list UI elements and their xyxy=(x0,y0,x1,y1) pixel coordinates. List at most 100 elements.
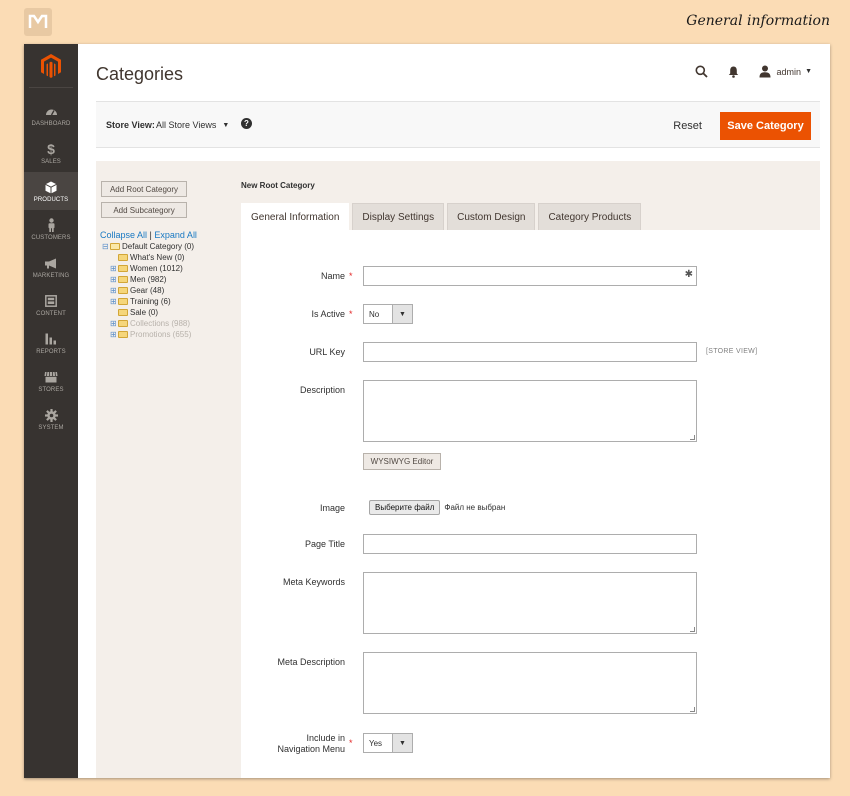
field-row-include-in-menu: Include in Navigation Menu * Yes ▼ xyxy=(241,733,820,754)
tree-node-label: Men (982) xyxy=(130,275,167,284)
folder-icon xyxy=(118,276,128,283)
dashboard-icon xyxy=(45,104,58,119)
name-control: ✱ xyxy=(363,266,697,286)
save-category-button[interactable]: Save Category xyxy=(720,112,811,140)
admin-window: DASHBOARD $ SALES PRODUCTS CUSTOMERS MAR… xyxy=(24,44,830,778)
resize-handle-icon[interactable] xyxy=(690,707,695,712)
description-label: Description xyxy=(299,385,345,395)
tree-node-gear[interactable]: ⊞ Gear (48) xyxy=(102,285,194,296)
choose-file-button[interactable]: Выберите файл xyxy=(369,500,441,515)
store-view-switcher[interactable]: All Store Views ▼ xyxy=(156,120,229,130)
meta-description-textarea[interactable] xyxy=(363,652,697,714)
cube-icon xyxy=(45,180,57,195)
store-view-bar: Store View: All Store Views ▼ ? Reset Sa… xyxy=(96,101,820,148)
sidebar-item-reports[interactable]: REPORTS xyxy=(24,324,78,362)
store-view-label: Store View: xyxy=(106,120,155,130)
is-active-select[interactable]: No ▼ xyxy=(363,304,413,324)
tab-display-settings[interactable]: Display Settings xyxy=(352,203,445,230)
tab-category-products[interactable]: Category Products xyxy=(538,203,642,230)
sidebar-item-sales[interactable]: $ SALES xyxy=(24,134,78,172)
main-area: Categories admin ▼ Store View: All Store… xyxy=(78,44,830,778)
required-mark: * xyxy=(349,271,353,281)
tree-node-whats-new[interactable]: What's New (0) xyxy=(102,252,194,263)
user-icon xyxy=(759,65,771,78)
sidebar-item-label: PRODUCTS xyxy=(33,196,69,203)
magento-logo-icon xyxy=(41,53,61,78)
sidebar-item-marketing[interactable]: MARKETING xyxy=(24,248,78,286)
expand-icon[interactable]: ⊞ xyxy=(110,330,118,339)
sidebar-item-customers[interactable]: CUSTOMERS xyxy=(24,210,78,248)
tree-node-sale[interactable]: Sale (0) xyxy=(102,307,194,318)
include-in-menu-label: Include in Navigation Menu xyxy=(277,733,345,754)
sidebar-item-system[interactable]: SYSTEM xyxy=(24,400,78,438)
tree-node-women[interactable]: ⊞ Women (1012) xyxy=(102,263,194,274)
include-in-menu-select[interactable]: Yes ▼ xyxy=(363,733,413,753)
watermark-title: General information xyxy=(686,13,830,29)
tree-node-label: Gear (48) xyxy=(130,286,165,295)
collapse-icon[interactable]: ⊟ xyxy=(102,242,110,251)
tree-node-default-category[interactable]: ⊟ Default Category (0) xyxy=(102,241,194,252)
add-root-category-button[interactable]: Add Root Category xyxy=(101,181,187,197)
admin-user-menu[interactable]: admin ▼ xyxy=(759,65,812,78)
meta-description-label: Meta Description xyxy=(277,657,345,667)
url-key-label: URL Key xyxy=(309,347,345,357)
name-input[interactable] xyxy=(363,266,697,286)
sidebar-item-label: STORES xyxy=(38,386,64,393)
expand-icon[interactable]: ⊞ xyxy=(110,319,118,328)
megaphone-icon xyxy=(44,256,58,271)
tab-general-information[interactable]: General Information xyxy=(241,203,350,230)
collapse-all-link[interactable]: Collapse All xyxy=(100,230,147,240)
sidebar-item-label: CUSTOMERS xyxy=(31,234,71,241)
field-row-description: Description WYSIWYG Editor xyxy=(241,380,820,470)
folder-icon xyxy=(118,254,128,261)
url-key-input[interactable] xyxy=(363,342,697,362)
is-active-value: No xyxy=(369,309,380,319)
sidebar-item-content[interactable]: CONTENT xyxy=(24,286,78,324)
tree-node-label: Promotions (655) xyxy=(130,330,192,339)
tree-node-collections[interactable]: ⊞ Collections (988) xyxy=(102,318,194,329)
page-title-input[interactable] xyxy=(363,534,697,554)
sidebar-item-stores[interactable]: STORES xyxy=(24,362,78,400)
tab-custom-design[interactable]: Custom Design xyxy=(447,203,536,230)
expand-icon[interactable]: ⊞ xyxy=(110,264,118,273)
sidebar-item-label: REPORTS xyxy=(36,348,66,355)
description-textarea[interactable] xyxy=(363,380,697,442)
meta-keywords-label: Meta Keywords xyxy=(282,577,345,587)
expand-icon[interactable]: ⊞ xyxy=(110,286,118,295)
folder-open-icon xyxy=(110,243,120,250)
wysiwyg-editor-button[interactable]: WYSIWYG Editor xyxy=(363,453,441,470)
sidebar-item-dashboard[interactable]: DASHBOARD xyxy=(24,96,78,134)
resize-handle-icon[interactable] xyxy=(690,435,695,440)
meta-keywords-textarea[interactable] xyxy=(363,572,697,634)
store-icon xyxy=(44,370,58,385)
person-icon xyxy=(47,218,56,233)
tree-node-training[interactable]: ⊞ Training (6) xyxy=(102,296,194,307)
resize-handle-icon[interactable] xyxy=(690,627,695,632)
search-button[interactable] xyxy=(695,65,708,78)
tree-node-men[interactable]: ⊞ Men (982) xyxy=(102,274,194,285)
folder-icon xyxy=(118,309,128,316)
tree-node-promotions[interactable]: ⊞ Promotions (655) xyxy=(102,329,194,340)
include-in-menu-value: Yes xyxy=(369,738,383,748)
expand-all-link[interactable]: Expand All xyxy=(154,230,197,240)
tree-node-label: Women (1012) xyxy=(130,264,183,273)
page-title-label: Page Title xyxy=(304,539,345,549)
sidebar-item-products[interactable]: PRODUCTS xyxy=(24,172,78,210)
add-subcategory-button[interactable]: Add Subcategory xyxy=(101,202,187,218)
field-row-is-active: Is Active * No ▼ xyxy=(241,304,820,324)
form-tabs: General Information Display Settings Cus… xyxy=(241,203,644,230)
link-separator: | xyxy=(149,230,152,240)
magento-logo[interactable] xyxy=(29,44,73,88)
dollar-icon: $ xyxy=(47,141,55,157)
image-upload: Выберите файл Файл не выбран xyxy=(369,500,505,515)
gear-icon xyxy=(44,408,58,423)
notifications-button[interactable] xyxy=(728,66,739,78)
is-active-label: Is Active xyxy=(311,309,345,319)
page-title: Categories xyxy=(96,64,184,84)
expand-icon[interactable]: ⊞ xyxy=(110,275,118,284)
expand-icon[interactable]: ⊞ xyxy=(110,297,118,306)
search-icon xyxy=(695,65,708,78)
reset-button[interactable]: Reset xyxy=(673,120,702,132)
help-icon[interactable]: ? xyxy=(241,118,252,129)
tree-node-label: What's New (0) xyxy=(130,253,185,262)
